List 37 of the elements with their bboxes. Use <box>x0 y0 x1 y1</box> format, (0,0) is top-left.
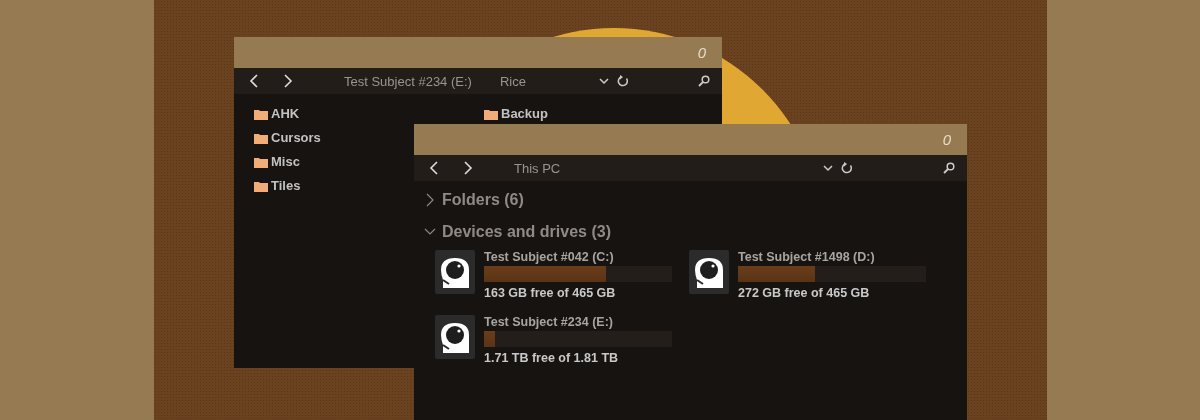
folder-icon <box>254 155 268 168</box>
breadcrumb[interactable]: Test Subject #234 (E:) <box>344 73 472 89</box>
hard-drive-icon[interactable] <box>435 315 475 359</box>
back-icon[interactable] <box>428 161 440 175</box>
forward-icon[interactable] <box>282 74 294 88</box>
drive-name[interactable]: Test Subject #234 (E:) <box>484 315 672 330</box>
folder-icon <box>254 179 268 192</box>
chevron-right-icon <box>424 193 436 207</box>
breadcrumb[interactable]: Rice <box>499 73 526 89</box>
chevron-down-icon[interactable] <box>599 77 609 85</box>
forward-icon[interactable] <box>462 161 474 175</box>
free-space-text: 163 GB free of 465 GB <box>484 286 617 301</box>
section-header[interactable]: Folders (6) <box>424 189 967 211</box>
drive-name[interactable]: Test Subject #042 (C:) <box>484 250 672 265</box>
folder-icon <box>254 107 268 120</box>
back-icon[interactable] <box>248 74 260 88</box>
refresh-icon[interactable] <box>617 75 629 87</box>
drive-name[interactable]: Test Subject #1498 (D:) <box>738 250 926 265</box>
folder-item[interactable]: Backup <box>484 106 548 121</box>
folder-icon <box>484 107 498 120</box>
folder-item[interactable]: Misc <box>254 154 300 169</box>
folder-icon <box>254 131 268 144</box>
chevron-down-icon[interactable] <box>823 164 833 172</box>
search-icon[interactable] <box>698 75 710 87</box>
window-title: 0 <box>697 44 706 61</box>
window-title: 0 <box>942 131 951 148</box>
hard-drive-icon[interactable] <box>689 250 729 294</box>
refresh-icon[interactable] <box>841 162 853 174</box>
folder-item[interactable]: Cursors <box>254 130 321 145</box>
hard-drive-icon[interactable] <box>435 250 475 294</box>
free-space-text: 272 GB free of 465 GB <box>738 286 871 301</box>
folder-item[interactable]: AHK <box>254 106 300 121</box>
search-icon[interactable] <box>943 162 955 174</box>
breadcrumb[interactable]: This PC <box>514 160 561 176</box>
free-space-text: 1.71 TB free of 1.81 TB <box>484 351 620 366</box>
folder-item[interactable]: Tiles <box>254 178 301 193</box>
section-header[interactable]: Devices and drives (3) <box>424 221 967 243</box>
